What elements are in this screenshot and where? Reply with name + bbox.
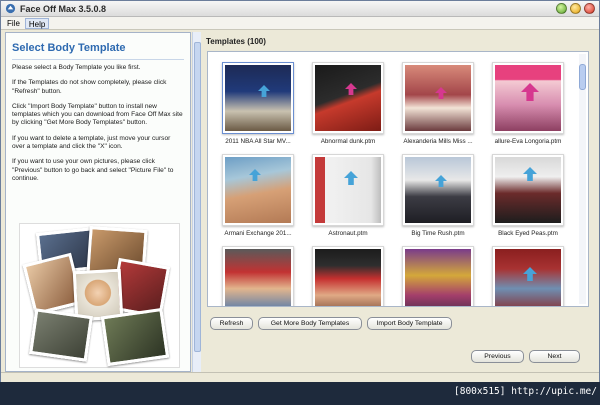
menu-bar: File Help [1,17,599,30]
template-tile[interactable]: Astronaut.ptm [305,154,391,237]
template-tile[interactable]: Alexanderia Mills Miss ... [395,62,481,145]
menu-file[interactable]: File [4,18,23,29]
template-tile[interactable]: Black Eyed Peas.ptm [485,154,571,237]
title-bar[interactable]: Face Off Max 3.5.0.8 [1,1,599,17]
templates-scroll-thumb[interactable] [579,64,586,90]
panel-heading: Select Body Template [12,42,126,54]
template-thumbnail[interactable] [402,62,474,134]
window-title: Face Off Max 3.5.0.8 [20,3,107,14]
template-thumbnail[interactable] [222,62,294,134]
face-marker-icon [249,169,261,181]
menu-help[interactable]: Help [24,17,50,29]
template-thumbnail[interactable] [402,154,474,226]
templates-area: Templates (100) 2011 NBA All Star MV... … [206,37,590,312]
template-label: Big Time Rush.ptm [411,230,465,237]
template-tile[interactable] [305,246,391,306]
face-marker-icon [258,85,270,97]
templates-grid: 2011 NBA All Star MV... Abnormal dunk.pt… [207,51,589,307]
app-icon [5,3,16,14]
template-label: Astronaut.ptm [328,230,368,237]
collage-photo [29,308,93,362]
maximize-button[interactable] [570,3,581,14]
get-more-templates-button[interactable]: Get More Body Templates [258,317,362,330]
import-template-button[interactable]: Import Body Template [367,317,452,330]
template-thumbnail[interactable] [222,246,294,306]
template-thumbnail[interactable] [312,62,384,134]
face-marker-icon [521,83,539,101]
face-marker-icon [345,83,357,95]
instruction-3: Click "Import Body Template" button to i… [12,102,183,127]
template-tile[interactable] [485,246,571,306]
face-marker-icon [523,167,537,181]
template-thumbnail[interactable] [492,62,564,134]
template-thumbnail[interactable] [402,246,474,306]
status-bar [1,372,599,382]
templates-scrollbar[interactable] [579,54,586,304]
image-host-watermark: [800x515] http://upic.me/ [454,386,597,397]
template-tile[interactable]: Armani Exchange 201... [215,154,301,237]
template-tile[interactable]: 2011 NBA All Star MV... [215,62,301,145]
left-panel-scrollbar[interactable] [192,32,201,372]
refresh-button[interactable]: Refresh [210,317,253,330]
templates-header: Templates (100) [206,37,266,46]
face-marker-icon [435,87,447,99]
template-thumbnail[interactable] [222,154,294,226]
face-marker-icon [435,175,447,187]
minimize-button[interactable] [556,3,567,14]
template-label: Armani Exchange 201... [224,230,292,237]
template-tile[interactable]: allure-Eva Longoria.ptm [485,62,571,145]
template-label: allure-Eva Longoria.ptm [494,138,562,145]
instructions-panel: Select Body Template Please select a Bod… [5,32,191,372]
instruction-4: If you want to delete a template, just m… [12,134,171,151]
template-thumbnail[interactable] [312,154,384,226]
sample-collage-image [19,223,180,368]
template-thumbnail[interactable] [492,154,564,226]
next-button[interactable]: Next [529,350,580,363]
close-button[interactable] [584,3,595,14]
heading-divider [12,59,184,60]
template-thumbnail[interactable] [312,246,384,306]
template-label: Abnormal dunk.ptm [320,138,376,145]
template-thumbnail[interactable] [492,246,564,306]
template-tile[interactable]: Big Time Rush.ptm [395,154,481,237]
previous-button[interactable]: Previous [471,350,524,363]
collage-photo [100,307,170,367]
app-window: Face Off Max 3.5.0.8 File Help Select Bo… [0,0,600,382]
template-tile[interactable]: Abnormal dunk.ptm [305,62,391,145]
template-label: Black Eyed Peas.ptm [498,230,558,237]
instruction-5: If you want to use your own pictures, pl… [12,158,174,182]
face-marker-icon [344,171,358,185]
instruction-1: Please select a Body Template you like f… [12,64,141,71]
template-label: Alexanderia Mills Miss ... [403,138,473,145]
face-marker-icon [523,267,537,281]
instruction-2: If the Templates do not show completely,… [12,79,167,95]
left-scroll-thumb[interactable] [194,42,201,352]
template-tile[interactable] [395,246,481,306]
template-label: 2011 NBA All Star MV... [225,138,291,145]
template-tile[interactable] [215,246,301,306]
